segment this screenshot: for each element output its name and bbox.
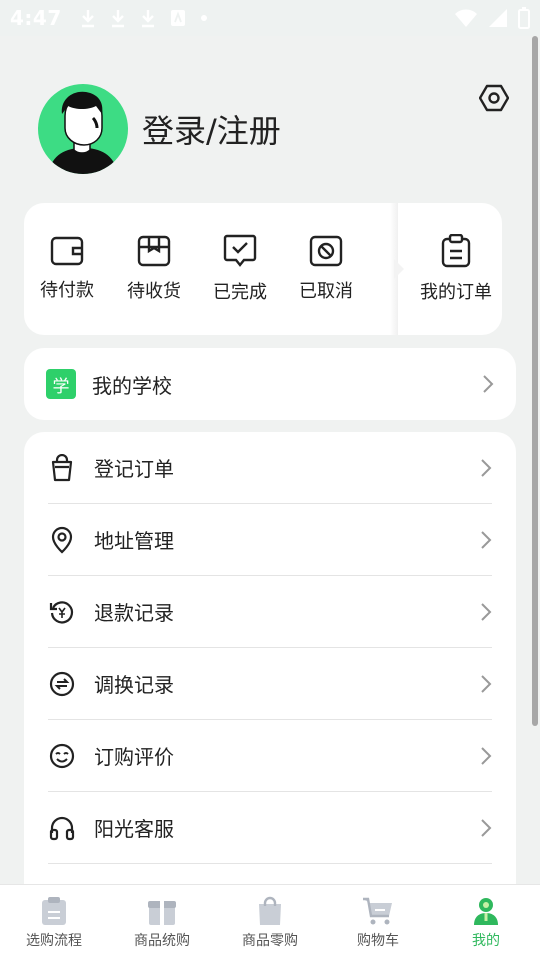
location-pin-icon [51, 526, 73, 553]
tab-label: 商品统购 [134, 932, 190, 949]
status-bar: 4:47 [0, 0, 540, 36]
bottom-tab-bar: 选购流程 商品统购 商品零购 购物车 我的 [0, 884, 540, 960]
bag-icon [51, 453, 73, 481]
order-cancelled[interactable]: 已取消 [283, 203, 369, 335]
order-cancelled-label: 已取消 [299, 281, 353, 302]
chevron-right-icon [481, 746, 492, 765]
tab-retail-purchase[interactable]: 商品零购 [216, 885, 324, 960]
menu-item-exchange[interactable]: 调换记录 [48, 648, 492, 720]
menu-list: 登记订单 地址管理 退款记录 调换记录 订购评价 阳光客服 [24, 432, 516, 912]
system-icons [454, 7, 530, 29]
smile-icon [49, 743, 75, 768]
tab-label: 我的 [472, 932, 500, 949]
download-icon [111, 10, 124, 28]
status-time: 4:47 [10, 6, 62, 30]
clipboard-icon [42, 896, 66, 925]
school-badge-icon: 学 [46, 369, 76, 399]
tab-me[interactable]: 我的 [432, 885, 540, 960]
order-pending-receipt[interactable]: 待收货 [111, 203, 197, 335]
my-school-label: 我的学校 [92, 373, 172, 398]
wallet-icon [50, 236, 84, 266]
menu-item-label: 调换记录 [94, 673, 174, 697]
tab-cart[interactable]: 购物车 [324, 885, 432, 960]
chevron-right-icon [481, 818, 492, 837]
exchange-icon [49, 671, 75, 696]
download-icon [141, 10, 154, 28]
order-pending-payment-label: 待付款 [40, 280, 94, 301]
headset-icon [49, 816, 75, 840]
scroll-indicator [532, 36, 538, 726]
orders-divider-notch [394, 259, 404, 279]
check-message-icon [223, 234, 257, 267]
order-pending-payment[interactable]: 待付款 [24, 203, 110, 335]
my-orders-button[interactable]: 我的订单 [410, 203, 502, 335]
menu-item-label: 订购评价 [94, 745, 174, 769]
tab-label: 商品零购 [242, 932, 298, 949]
tab-group-purchase[interactable]: 商品统购 [108, 885, 216, 960]
user-icon [474, 897, 498, 925]
order-completed-label: 已完成 [213, 282, 267, 303]
my-school-row[interactable]: 学 我的学校 [24, 348, 516, 420]
menu-item-label: 阳光客服 [94, 817, 174, 841]
avatar-person-icon [48, 91, 118, 174]
chevron-right-icon [481, 674, 492, 693]
clipboard-list-icon [441, 234, 471, 268]
refund-icon [49, 600, 74, 623]
menu-item-address[interactable]: 地址管理 [48, 504, 492, 576]
package-icon [137, 235, 171, 267]
menu-item-refund[interactable]: 退款记录 [48, 576, 492, 648]
order-completed[interactable]: 已完成 [197, 203, 283, 335]
my-orders-label: 我的订单 [420, 282, 492, 303]
menu-item-label: 退款记录 [94, 601, 174, 625]
menu-item-label: 地址管理 [94, 529, 174, 553]
profile-header[interactable]: 登录/注册 [38, 84, 281, 174]
menu-item-review[interactable]: 订购评价 [48, 720, 492, 792]
tab-label: 选购流程 [26, 932, 82, 949]
signal-icon [489, 9, 507, 27]
battery-icon [518, 7, 530, 29]
settings-hexagon-icon [479, 84, 509, 112]
chevron-right-icon [481, 602, 492, 621]
menu-item-customer-service[interactable]: 阳光客服 [48, 792, 492, 864]
login-register-link[interactable]: 登录/注册 [142, 106, 281, 152]
chevron-right-icon [483, 375, 494, 393]
chevron-right-icon [481, 458, 492, 477]
wifi-icon [455, 9, 477, 27]
tab-purchase-process[interactable]: 选购流程 [0, 885, 108, 960]
orders-card: 待付款 待收货 已完成 已取消 我的订单 [24, 203, 502, 335]
settings-button[interactable] [476, 80, 512, 116]
menu-item-label: 登记订单 [94, 457, 174, 481]
gift-box-icon [148, 900, 176, 925]
app-notification-icon [170, 10, 185, 26]
notification-icons [80, 8, 208, 28]
menu-item-register-order[interactable]: 登记订单 [48, 432, 492, 504]
chevron-right-icon [481, 530, 492, 549]
download-icon [81, 10, 94, 28]
cancel-icon [309, 235, 343, 267]
tab-label: 购物车 [357, 932, 399, 949]
shopping-bag-icon [259, 896, 281, 925]
order-pending-receipt-label: 待收货 [127, 281, 181, 302]
dot-icon [200, 15, 207, 21]
cart-icon [363, 897, 392, 924]
avatar[interactable] [38, 84, 128, 174]
